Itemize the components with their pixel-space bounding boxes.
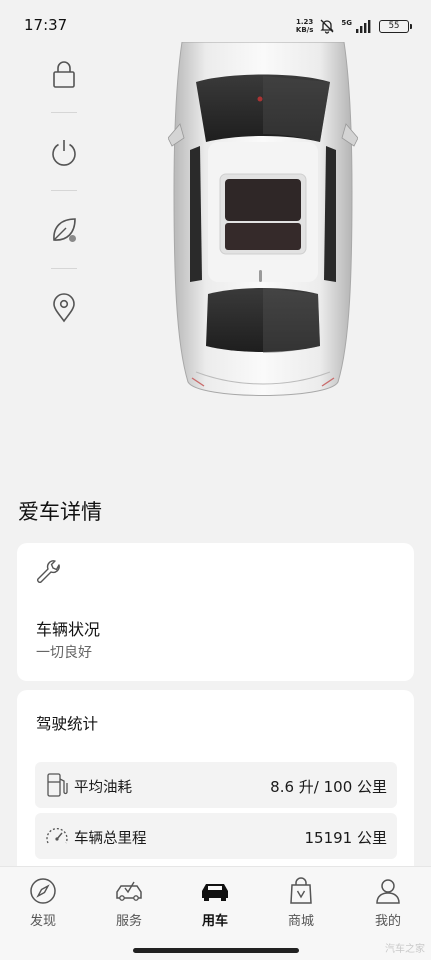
network-speed: 1.23 KB/s: [295, 18, 314, 34]
lock-icon: [53, 61, 75, 88]
nav-item-use-car[interactable]: 用车: [185, 873, 245, 929]
vehicle-controls: [40, 50, 88, 332]
car-service-icon: [116, 881, 142, 901]
compass-icon: [30, 878, 56, 904]
fuel-pump-icon: [47, 773, 68, 797]
driving-stats-card: 驾驶统计 平均油耗 8.6 升/ 100 公里 车辆总里程 15191 公里: [17, 690, 414, 880]
mute-bell-icon: [320, 19, 334, 34]
location-button[interactable]: [40, 284, 88, 332]
car-top-view-image: [167, 41, 359, 407]
shopping-bag-icon: [290, 877, 312, 904]
driving-stats-title: 驾驶统计: [36, 715, 99, 733]
location-pin-icon: [53, 293, 75, 323]
stat-label: 车辆总里程: [74, 831, 147, 847]
nav-item-discover[interactable]: 发现: [13, 873, 73, 929]
eco-button[interactable]: [40, 206, 88, 254]
odometer-icon: [46, 827, 68, 844]
divider: [51, 268, 77, 269]
vehicle-status-card[interactable]: 车辆状况 一切良好: [17, 543, 414, 681]
wrench-icon: [37, 560, 60, 583]
power-button[interactable]: [40, 128, 88, 176]
divider: [51, 112, 77, 113]
leaf-icon: [53, 218, 76, 242]
divider: [51, 190, 77, 191]
network-type: 5G: [341, 19, 352, 27]
stat-value: 15191 公里: [304, 829, 388, 847]
watermark: 汽车之家: [385, 944, 425, 955]
bottom-nav: 发现 服务 用车 商城 我的: [0, 866, 431, 960]
nav-item-mine[interactable]: 我的: [358, 873, 418, 929]
nav-item-mall[interactable]: 商城: [271, 873, 331, 929]
stat-label: 平均油耗: [74, 780, 132, 796]
signal-icon: [356, 20, 371, 33]
vehicle-status-title: 车辆状况: [36, 620, 101, 639]
vehicle-status-subtitle: 一切良好: [36, 645, 92, 661]
person-icon: [376, 879, 400, 904]
stat-row-mileage[interactable]: 车辆总里程 15191 公里: [35, 813, 397, 859]
nav-item-service[interactable]: 服务: [99, 873, 159, 929]
section-title: 爱车详情: [18, 500, 102, 524]
power-icon: [52, 140, 76, 166]
status-time: 17:37: [24, 16, 68, 34]
status-icons: 1.23 KB/s 5G 55: [295, 16, 412, 36]
lock-button[interactable]: [40, 50, 88, 98]
stat-row-fuel[interactable]: 平均油耗 8.6 升/ 100 公里: [35, 762, 397, 808]
stat-value: 8.6 升/ 100 公里: [270, 778, 387, 796]
car-icon: [202, 884, 228, 901]
battery-icon: 55: [379, 19, 412, 33]
home-indicator[interactable]: [133, 948, 299, 953]
